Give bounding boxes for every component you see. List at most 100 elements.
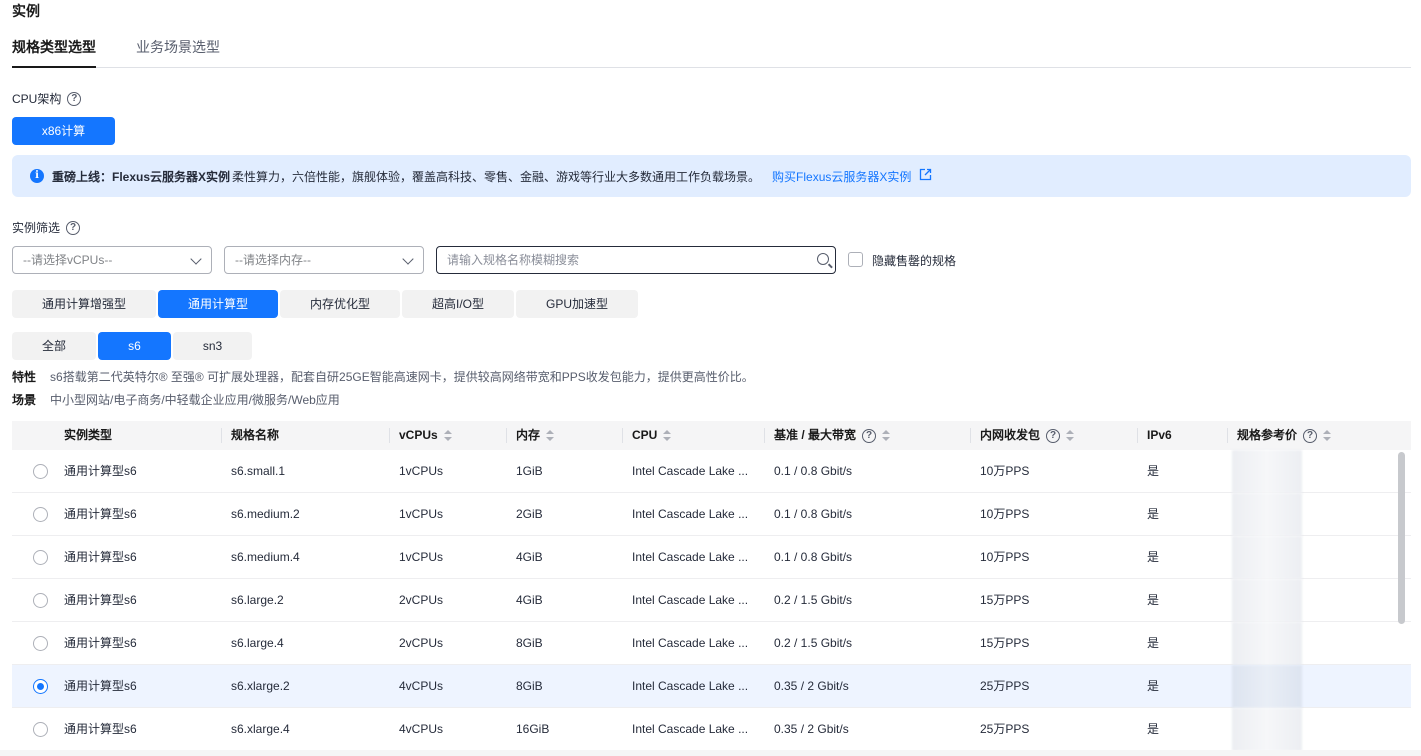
header-memory[interactable]: 内存 bbox=[505, 421, 555, 450]
row-radio[interactable] bbox=[33, 722, 48, 737]
info-icon: i bbox=[30, 169, 44, 183]
cell-pps: 25万PPS bbox=[980, 722, 1030, 736]
category-general-enhanced[interactable]: 通用计算增强型 bbox=[12, 290, 156, 318]
cell-pps: 25万PPS bbox=[980, 679, 1030, 693]
cell-bandwidth: 0.2 / 1.5 Gbit/s bbox=[774, 636, 853, 650]
hide-soldout-label[interactable]: 隐藏售罄的规格 bbox=[872, 252, 956, 269]
table-row[interactable]: 通用计算型s6 s6.large.2 2vCPUs 4GiB Intel Cascade… bbox=[12, 579, 1411, 622]
cell-cpu: Intel Cascade Lake ... bbox=[632, 593, 749, 607]
row-radio[interactable] bbox=[33, 507, 48, 522]
cell-cpu: Intel Cascade Lake ... bbox=[632, 464, 749, 478]
cell-bandwidth: 0.1 / 0.8 Gbit/s bbox=[774, 550, 853, 564]
cell-memory: 1GiB bbox=[516, 464, 543, 478]
table-row[interactable]: 通用计算型s6 s6.xlarge.2 4vCPUs 8GiB Intel Cascad… bbox=[12, 665, 1411, 708]
cell-type: 通用计算型s6 bbox=[64, 636, 137, 650]
cell-cpu: Intel Cascade Lake ... bbox=[632, 722, 749, 736]
series-all[interactable]: 全部 bbox=[12, 332, 96, 360]
table-row[interactable]: 通用计算型s6 s6.small.1 1vCPUs 1GiB Intel Cascade… bbox=[12, 450, 1411, 493]
help-icon[interactable]: ? bbox=[1303, 428, 1318, 443]
cpu-arch-x86-button[interactable]: x86计算 bbox=[12, 117, 115, 145]
header-vcpus[interactable]: vCPUs bbox=[389, 421, 453, 450]
external-link-icon[interactable] bbox=[919, 168, 932, 184]
cell-name: s6.medium.2 bbox=[231, 507, 300, 521]
cell-memory: 2GiB bbox=[516, 507, 543, 521]
cell-memory: 16GiB bbox=[516, 722, 550, 736]
chevron-down-icon bbox=[190, 253, 202, 265]
table-row[interactable]: 通用计算型s6 s6.large.4 2vCPUs 8GiB Intel Cascade… bbox=[12, 622, 1411, 665]
category-memory-optimized[interactable]: 内存优化型 bbox=[280, 290, 400, 318]
help-icon[interactable]: ? bbox=[66, 220, 81, 235]
cell-vcpus: 1vCPUs bbox=[399, 550, 444, 564]
header-cpu[interactable]: CPU bbox=[621, 421, 672, 450]
cell-bandwidth: 0.35 / 2 Gbit/s bbox=[774, 679, 849, 693]
sort-icon[interactable] bbox=[1066, 430, 1075, 441]
category-general[interactable]: 通用计算型 bbox=[158, 290, 278, 318]
feature-description: 特性 s6搭载第二代英特尔® 至强® 可扩展处理器，配套自研25GE智能高速网卡，… bbox=[12, 368, 754, 385]
table-scrollbar[interactable] bbox=[1398, 452, 1405, 624]
sort-icon[interactable] bbox=[663, 430, 672, 441]
cell-vcpus: 4vCPUs bbox=[399, 679, 444, 693]
cell-ipv6: 是 bbox=[1147, 507, 1160, 521]
chevron-down-icon bbox=[402, 253, 414, 265]
table-row[interactable]: 通用计算型s6 s6.medium.4 1vCPUs 4GiB Intel Cascad… bbox=[12, 536, 1411, 579]
table-row[interactable]: 通用计算型s6 s6.medium.2 1vCPUs 2GiB Intel Cascad… bbox=[12, 493, 1411, 536]
cell-vcpus: 2vCPUs bbox=[399, 593, 444, 607]
cell-type: 通用计算型s6 bbox=[64, 679, 137, 693]
cell-name: s6.large.2 bbox=[231, 593, 284, 607]
buy-flexus-link[interactable]: 购买Flexus云服务器X实例 bbox=[772, 168, 911, 185]
table-header: 实例类型 规格名称 vCPUs 内存 CPU 基准 / 最大带宽? 内网收发包?… bbox=[12, 421, 1411, 450]
scenario-description: 场景 中小型网站/电子商务/中轻载企业应用/微服务/Web应用 bbox=[12, 391, 340, 408]
cell-ipv6: 是 bbox=[1147, 550, 1160, 564]
cell-pps: 15万PPS bbox=[980, 636, 1030, 650]
table-body: 通用计算型s6 s6.small.1 1vCPUs 1GiB Intel Cascade… bbox=[12, 450, 1411, 751]
cell-ipv6: 是 bbox=[1147, 722, 1160, 736]
row-radio[interactable] bbox=[33, 593, 48, 608]
cell-vcpus: 2vCPUs bbox=[399, 636, 444, 650]
table-row[interactable]: 通用计算型s6 s6.xlarge.4 4vCPUs 16GiB Intel Casca… bbox=[12, 708, 1411, 751]
sort-icon[interactable] bbox=[882, 430, 891, 441]
vcpu-select[interactable]: --请选择vCPUs-- bbox=[12, 246, 212, 274]
cell-pps: 10万PPS bbox=[980, 507, 1030, 521]
category-gpu[interactable]: GPU加速型 bbox=[516, 290, 638, 318]
series-s6[interactable]: s6 bbox=[98, 332, 171, 360]
memory-select[interactable]: --请选择内存-- bbox=[224, 246, 424, 274]
tab-business-scenario[interactable]: 业务场景选型 bbox=[136, 38, 220, 68]
sort-icon[interactable] bbox=[1323, 430, 1332, 441]
cell-cpu: Intel Cascade Lake ... bbox=[632, 550, 749, 564]
tab-spec-type[interactable]: 规格类型选型 bbox=[12, 38, 96, 68]
cell-memory: 8GiB bbox=[516, 636, 543, 650]
cell-type: 通用计算型s6 bbox=[64, 550, 137, 564]
cell-price-blurred bbox=[1232, 493, 1302, 536]
cell-vcpus: 1vCPUs bbox=[399, 464, 444, 478]
cell-name: s6.large.4 bbox=[231, 636, 284, 650]
cell-type: 通用计算型s6 bbox=[64, 464, 137, 478]
cell-vcpus: 4vCPUs bbox=[399, 722, 444, 736]
row-radio[interactable] bbox=[33, 464, 48, 479]
header-pps[interactable]: 内网收发包? bbox=[969, 421, 1075, 450]
row-radio[interactable] bbox=[33, 679, 48, 694]
category-high-io[interactable]: 超高I/O型 bbox=[402, 290, 514, 318]
cell-bandwidth: 0.1 / 0.8 Gbit/s bbox=[774, 507, 853, 521]
row-radio[interactable] bbox=[33, 550, 48, 565]
cell-vcpus: 1vCPUs bbox=[399, 507, 444, 521]
header-bandwidth[interactable]: 基准 / 最大带宽? bbox=[763, 421, 891, 450]
cell-memory: 8GiB bbox=[516, 679, 543, 693]
spec-search-input[interactable]: 请输入规格名称模糊搜索 bbox=[436, 246, 836, 274]
header-name: 规格名称 bbox=[220, 421, 279, 450]
notice-title: 重磅上线：Flexus云服务器X实例 bbox=[52, 169, 231, 184]
search-icon[interactable] bbox=[817, 253, 829, 265]
hide-soldout-checkbox[interactable] bbox=[848, 252, 863, 267]
help-icon[interactable]: ? bbox=[67, 91, 82, 106]
help-icon[interactable]: ? bbox=[1046, 428, 1061, 443]
memory-select-value: --请选择内存-- bbox=[235, 253, 311, 267]
help-icon[interactable]: ? bbox=[862, 428, 877, 443]
cell-price-blurred bbox=[1232, 450, 1302, 493]
cpu-arch-label: CPU架构 bbox=[12, 92, 62, 106]
series-sn3[interactable]: sn3 bbox=[173, 332, 252, 360]
cell-memory: 4GiB bbox=[516, 550, 543, 564]
header-price[interactable]: 规格参考价? bbox=[1226, 421, 1332, 450]
row-radio[interactable] bbox=[33, 636, 48, 651]
sort-icon[interactable] bbox=[546, 430, 555, 441]
scenario-text: 中小型网站/电子商务/中轻载企业应用/微服务/Web应用 bbox=[50, 393, 340, 407]
sort-icon[interactable] bbox=[443, 430, 453, 441]
